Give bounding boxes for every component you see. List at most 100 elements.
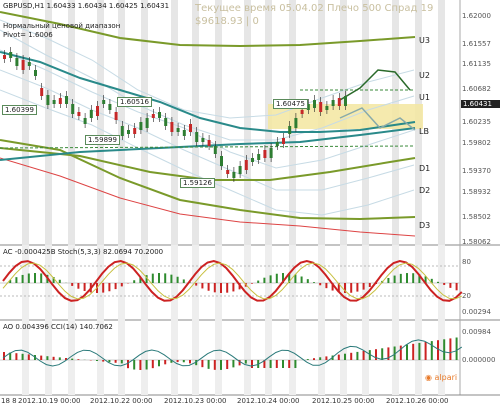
candle-body: [213, 146, 217, 154]
current-price-marker: 1.60431: [461, 100, 500, 108]
candle-body: [220, 156, 223, 166]
level-d2: D2: [419, 186, 431, 195]
session-stripe: [171, 245, 178, 395]
candle-body: [127, 130, 130, 134]
price-tag-5: 1.60475: [273, 99, 308, 109]
ac-bar: [387, 277, 390, 283]
session-stripe: [97, 245, 104, 395]
ac-stoch-header: AC -0.000425B Stoch(5,3,3) 82.0694 70.20…: [3, 248, 164, 256]
session-stripe: [340, 245, 347, 395]
ao-bar: [282, 360, 284, 368]
ac-bar: [313, 282, 315, 283]
candle-body: [120, 126, 124, 136]
ac-bar: [437, 281, 439, 283]
candle-body: [65, 96, 68, 104]
session-stripe: [244, 0, 251, 245]
price-axis-label: 1.58932: [462, 188, 491, 196]
price-tag-4: 1.59126: [180, 178, 215, 188]
date-label: 2012.10.22 00:00: [90, 397, 153, 405]
session-stripe: [22, 245, 29, 395]
ac-bar: [269, 275, 272, 283]
ao-bar: [27, 354, 30, 360]
ao-bar: [288, 360, 291, 368]
price-axis-label: 1.59370: [462, 167, 491, 175]
ac-bar: [164, 273, 167, 283]
ac-bar: [27, 273, 30, 283]
ao-bar: [269, 360, 272, 368]
session-stripe: [362, 245, 369, 395]
ac-bar: [412, 273, 415, 283]
session-stripe: [68, 0, 75, 245]
candle-body: [300, 110, 304, 114]
ao-bar: [77, 359, 80, 360]
date-label: 18 8: [1, 397, 17, 405]
ao-bar: [201, 360, 204, 368]
chart-canvas[interactable]: [0, 0, 500, 408]
candle-body: [251, 158, 254, 162]
candle-body: [58, 98, 62, 104]
session-stripe: [265, 245, 272, 395]
candle-body: [164, 118, 168, 126]
ao-bar: [418, 342, 421, 360]
ac-bar: [182, 279, 185, 283]
ac-bar: [226, 283, 229, 293]
level-d3: D3: [419, 221, 431, 230]
price-axis-label: 1.59802: [462, 139, 491, 147]
ac-bar: [368, 283, 371, 288]
ac-bar: [151, 273, 154, 283]
candle-body: [244, 160, 248, 170]
ao-bar: [139, 360, 142, 370]
broker-logo-text: alpari: [434, 373, 458, 382]
candle-body: [89, 110, 93, 118]
ac-bar: [21, 274, 24, 283]
price-axis-label: 1.60682: [462, 85, 491, 93]
ao-bar: [15, 353, 18, 360]
ac-min-label: 0.00294: [462, 308, 491, 316]
ao-bar: [306, 359, 309, 360]
ao-bar: [46, 356, 49, 360]
ao-bar: [399, 345, 402, 360]
level-d1: D1: [419, 164, 431, 173]
date-label: 2012.10.25 00:00: [312, 397, 375, 405]
candle-body: [195, 132, 199, 142]
ao-bar: [71, 358, 74, 360]
ao-bar: [275, 360, 278, 368]
ao-bar: [449, 338, 452, 360]
candle-body: [294, 118, 298, 128]
candle-body: [52, 100, 56, 104]
date-label: 2012.10.24 00:00: [237, 397, 300, 405]
candle-body: [282, 138, 285, 144]
session-stripe: [141, 245, 148, 395]
candle-body: [3, 55, 6, 59]
ac-bar: [350, 283, 353, 293]
ac-bar: [325, 283, 328, 289]
ao-bar: [21, 353, 24, 360]
candle-body: [207, 140, 211, 146]
ac-bar: [58, 279, 61, 283]
ac-bar: [263, 277, 266, 283]
ac-bar: [220, 283, 222, 293]
ao-bar: [189, 360, 191, 364]
level-u2: U2: [419, 71, 430, 80]
ao-bar: [406, 344, 408, 360]
ac-bar: [34, 273, 36, 283]
ao-bar: [96, 360, 98, 361]
candle-body: [170, 122, 174, 132]
ac-bar: [251, 283, 253, 284]
ac-bar: [158, 273, 160, 283]
symbol-info: GBPUSD,H1 1.60433 1.60434 1.60425 1.6043…: [3, 2, 170, 10]
ao-bar: [133, 360, 136, 370]
candle-body: [232, 172, 236, 178]
ao-bar: [362, 351, 365, 360]
candle-body: [275, 142, 279, 146]
ao-bar: [3, 352, 5, 360]
ao-bar: [40, 355, 43, 360]
candle-body: [40, 88, 44, 96]
ac-bar: [443, 283, 446, 285]
ao-bar: [381, 348, 384, 360]
candle-body: [337, 98, 341, 106]
price-axis-label: 1.61135: [462, 60, 491, 68]
candle-body: [15, 58, 19, 66]
ao-bar: [437, 340, 439, 360]
ac-bar: [455, 283, 458, 291]
